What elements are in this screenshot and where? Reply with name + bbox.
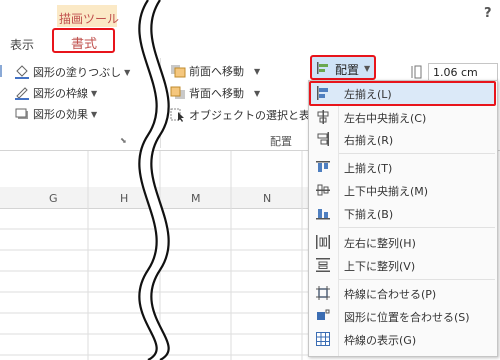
menu-item-distribute-horizontal[interactable]: 左右に整列(H) [310,232,496,253]
align-middle-icon [316,183,330,197]
snap-to-shape-icon [316,309,330,323]
align-top-icon [316,160,330,174]
menu-item-distribute-vertical[interactable]: 上下に整列(V) [310,255,496,276]
snap-to-grid-icon [316,286,330,300]
menu-item-snap-to-grid[interactable]: 枠線に合わせる(P) [310,283,496,304]
menu-item-align-middle[interactable]: 上下中央揃え(M) [310,180,496,201]
menu-item-align-right[interactable]: 右揃え(R) [310,129,496,150]
distribute-vertical-icon [316,258,330,272]
view-gridlines-icon [316,332,330,346]
align-dropdown-menu: 左揃え(L) 左右中央揃え(C) 右揃え(R) 上揃え(T) 上下中央揃え(M)… [308,80,498,357]
distribute-horizontal-icon [316,235,330,249]
menu-item-snap-to-shape[interactable]: 図形に位置を合わせる(S) [310,306,496,327]
align-left-highlight [309,81,496,106]
align-bottom-icon [316,206,330,220]
menu-item-view-gridlines[interactable]: 枠線の表示(G) [310,329,496,350]
menu-item-align-bottom[interactable]: 下揃え(B) [310,203,496,224]
align-right-icon [316,132,330,146]
menu-item-align-top[interactable]: 上揃え(T) [310,157,496,178]
menu-item-align-center[interactable]: 左右中央揃え(C) [310,107,496,128]
align-center-icon [316,110,330,124]
